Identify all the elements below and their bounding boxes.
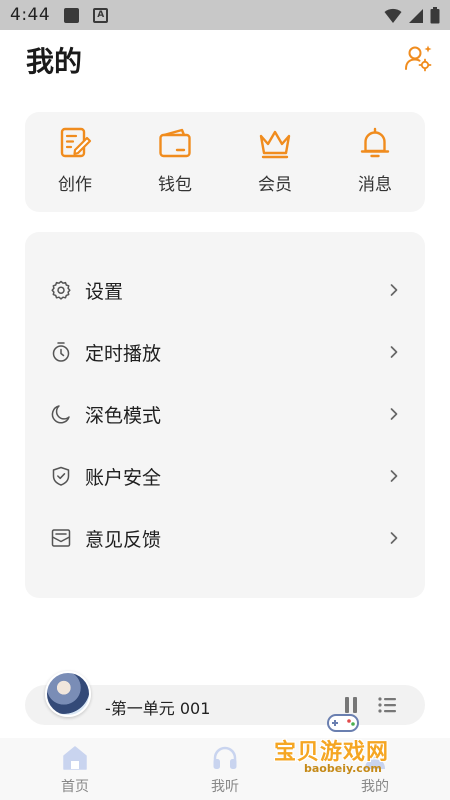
pause-icon[interactable] <box>343 695 359 715</box>
home-icon <box>63 746 87 770</box>
signal-icon <box>409 8 423 23</box>
quick-action-label: 消息 <box>358 175 392 195</box>
album-cover[interactable] <box>45 671 91 717</box>
quick-action-membership[interactable]: 会员 <box>225 112 325 212</box>
chevron-right-icon <box>390 284 398 296</box>
quick-action-label: 钱包 <box>158 175 192 195</box>
menu-item-label: 设置 <box>85 280 124 303</box>
chevron-right-icon <box>390 532 398 544</box>
playlist-icon[interactable] <box>377 695 397 715</box>
headphones-icon <box>213 746 237 769</box>
gear-icon <box>51 280 71 300</box>
timer-icon <box>52 342 70 362</box>
bottom-nav: 首页 我听 我的 <box>0 738 450 800</box>
chevron-right-icon <box>390 346 398 358</box>
menu-item-settings[interactable]: 设置 <box>25 259 425 321</box>
menu-item-dark-mode[interactable]: 深色模式 <box>25 383 425 445</box>
nav-item-listen[interactable]: 我听 <box>150 738 300 800</box>
quick-action-label: 会员 <box>258 175 292 195</box>
moon-icon <box>51 405 70 424</box>
nav-label: 首页 <box>61 779 89 795</box>
status-time: 4:44 <box>10 5 51 25</box>
menu-item-label: 定时播放 <box>85 342 162 365</box>
bell-icon <box>360 127 390 158</box>
crown-icon <box>259 130 291 159</box>
create-icon <box>60 127 92 158</box>
page-title: 我的 <box>26 45 83 78</box>
nav-item-mine[interactable]: 我的 <box>300 738 450 800</box>
quick-action-messages[interactable]: 消息 <box>325 112 425 212</box>
status-right <box>384 7 440 24</box>
menu-item-timer[interactable]: 定时播放 <box>25 321 425 383</box>
nav-item-home[interactable]: 首页 <box>0 738 150 800</box>
profile-icon <box>365 747 385 769</box>
quick-action-wallet[interactable]: 钱包 <box>125 112 225 212</box>
chevron-right-icon <box>390 470 398 482</box>
track-title: -第一单元 001 <box>105 699 211 718</box>
mini-player[interactable]: -第一单元 001 <box>25 671 425 725</box>
status-bar: 4:44 A <box>0 0 450 30</box>
shield-icon <box>52 466 70 486</box>
menu-item-label: 意见反馈 <box>85 528 162 551</box>
menu-item-label: 账户安全 <box>85 466 162 489</box>
wifi-icon <box>384 8 402 23</box>
menu-item-account-security[interactable]: 账户安全 <box>25 445 425 507</box>
menu-item-feedback[interactable]: 意见反馈 <box>25 507 425 569</box>
quick-action-label: 创作 <box>58 175 92 195</box>
wallet-icon <box>159 128 191 158</box>
menu-item-label: 深色模式 <box>85 404 162 427</box>
chevron-right-icon <box>390 408 398 420</box>
battery-icon <box>430 7 440 24</box>
notification-icon <box>64 7 80 23</box>
nav-label: 我听 <box>211 779 239 795</box>
nav-label: 我的 <box>361 779 389 795</box>
profile-settings-icon[interactable] <box>404 44 432 72</box>
settings-menu-card: 设置 定时播放 深色模式 账户安全 意见反馈 <box>25 232 425 598</box>
quick-action-create[interactable]: 创作 <box>25 112 125 212</box>
mail-icon <box>51 529 71 547</box>
app-notification-icon: A <box>93 7 109 23</box>
quick-actions-card: 创作 钱包 会员 消息 <box>25 112 425 212</box>
